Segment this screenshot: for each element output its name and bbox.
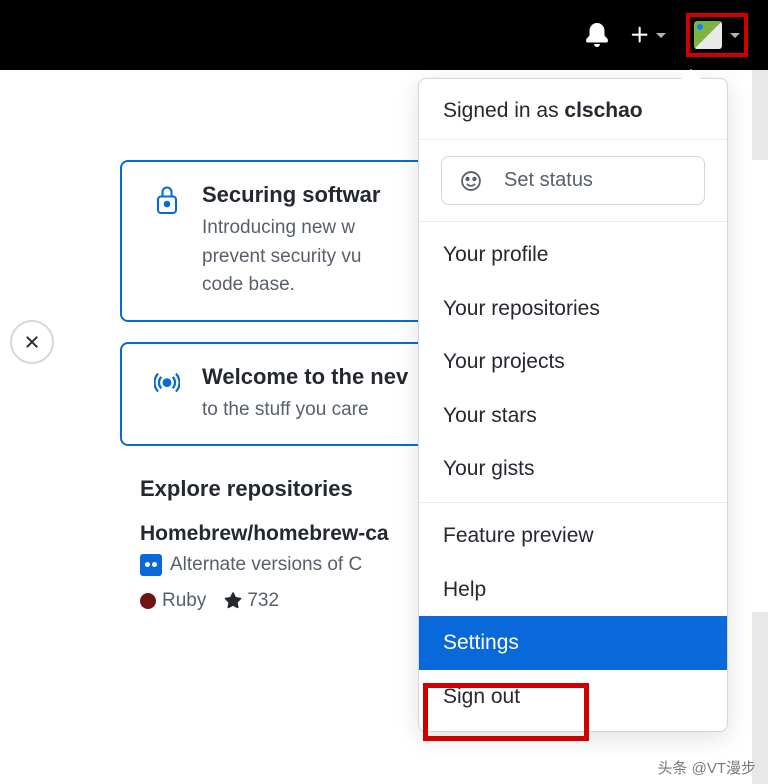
menu-your-repositories[interactable]: Your repositories [419, 282, 727, 336]
close-button[interactable] [10, 320, 54, 364]
watermark: 头条 @VT漫步 [657, 757, 756, 778]
language-dot [140, 593, 156, 609]
divider [419, 221, 727, 222]
plus-icon [629, 24, 651, 46]
broadcast-icon [152, 364, 182, 425]
lock-icon [152, 182, 182, 300]
menu-settings[interactable]: Settings [419, 616, 727, 670]
divider [419, 502, 727, 503]
menu-your-profile[interactable]: Your profile [419, 228, 727, 282]
card-title: Welcome to the nev [202, 364, 408, 390]
username: clschao [564, 99, 642, 122]
card-body: to the stuff you care [202, 396, 408, 425]
menu-sign-out[interactable]: Sign out [419, 670, 727, 724]
repo-language: Ruby [140, 590, 206, 612]
create-dropdown[interactable] [629, 24, 666, 46]
signed-in-as: Signed in as clschao [419, 79, 727, 140]
topbar [0, 0, 768, 70]
menu-help[interactable]: Help [419, 563, 727, 617]
chevron-down-icon [730, 33, 740, 38]
card-title: Securing softwar [202, 182, 380, 208]
card-body: Introducing new w prevent security vu co… [202, 214, 380, 300]
menu-your-gists[interactable]: Your gists [419, 442, 727, 496]
avatar [694, 21, 722, 49]
repo-stars[interactable]: 732 [224, 590, 279, 612]
star-icon [224, 592, 242, 610]
user-dropdown: Signed in as clschao Set status Your pro… [418, 78, 728, 732]
smiley-icon [460, 170, 482, 192]
bell-icon[interactable] [585, 23, 609, 47]
menu-your-projects[interactable]: Your projects [419, 335, 727, 389]
set-status-button[interactable]: Set status [441, 156, 705, 205]
menu-feature-preview[interactable]: Feature preview [419, 509, 727, 563]
menu-your-stars[interactable]: Your stars [419, 389, 727, 443]
avatar-menu[interactable] [686, 13, 748, 57]
cask-icon [140, 554, 162, 576]
chevron-down-icon [656, 33, 666, 38]
